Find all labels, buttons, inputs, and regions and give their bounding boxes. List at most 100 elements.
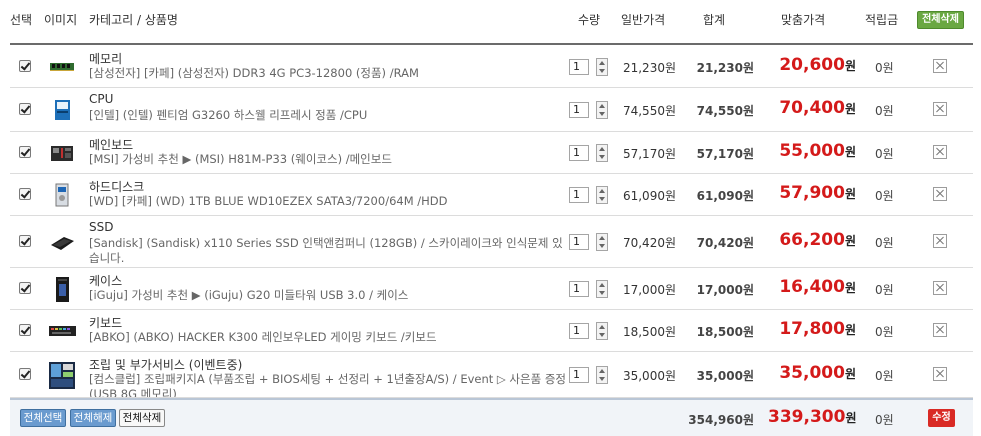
item-product-name[interactable]: [WD] [카페] (WD) 1TB BLUE WD10EZEX SATA3/7…	[89, 194, 566, 209]
header-category-product: 카테고리 / 상품명	[89, 13, 178, 27]
quantity-input[interactable]: 1	[569, 234, 589, 250]
quantity-stepper[interactable]	[596, 366, 608, 384]
quantity-input[interactable]: 1	[569, 102, 589, 118]
item-product-name[interactable]: [삼성전자] [카페] (삼성전자) DDR3 4G PC3-12800 (정품…	[89, 66, 566, 81]
item-custom-price-unit: 원	[844, 367, 856, 381]
item-category: 조립 및 부가서비스 (이벤트중)	[89, 358, 243, 372]
quantity-stepper[interactable]	[596, 186, 608, 204]
assembly-service-icon	[48, 361, 76, 389]
item-checkbox[interactable]	[19, 368, 31, 380]
item-regular-price: 61,090원	[622, 189, 676, 203]
item-regular-price: 74,550원	[622, 104, 676, 118]
header-image: 이미지	[44, 13, 78, 27]
item-custom-price-unit: 원	[844, 102, 856, 116]
delete-item-button[interactable]	[933, 281, 947, 295]
grand-custom-price: 339,300원	[768, 407, 856, 427]
quantity-input[interactable]: 1	[569, 59, 589, 75]
quantity-input[interactable]: 1	[569, 367, 589, 383]
quantity-stepper[interactable]	[596, 233, 608, 251]
item-custom-price-unit: 원	[844, 187, 856, 201]
item-custom-price: 70,400원	[770, 98, 856, 118]
header-select: 선택	[10, 13, 33, 27]
item-product-name[interactable]: [ABKO] (ABKO) HACKER K300 레인보우LED 게이밍 키보…	[89, 330, 566, 345]
item-custom-price: 35,000원	[770, 363, 856, 383]
item-custom-price-unit: 원	[844, 281, 856, 295]
quantity-stepper[interactable]	[596, 322, 608, 340]
delete-item-button[interactable]	[933, 145, 947, 159]
delete-item-button[interactable]	[933, 102, 947, 116]
item-custom-price-value: 70,400	[779, 98, 845, 118]
header-divider	[10, 43, 973, 45]
quantity-stepper[interactable]	[596, 58, 608, 76]
item-category: 하드디스크	[89, 180, 145, 194]
item-custom-price-unit: 원	[844, 234, 856, 248]
case-icon	[48, 275, 76, 303]
item-category: SSD	[89, 220, 114, 234]
item-custom-price-value: 20,600	[779, 55, 845, 75]
quantity-input[interactable]: 1	[569, 145, 589, 161]
item-subtotal: 35,000원	[696, 369, 754, 383]
item-category: 메모리	[89, 52, 123, 66]
quantity-stepper[interactable]	[596, 280, 608, 298]
delete-item-button[interactable]	[933, 187, 947, 201]
delete-item-button[interactable]	[933, 234, 947, 248]
item-custom-price: 57,900원	[770, 183, 856, 203]
item-checkbox[interactable]	[19, 282, 31, 294]
delete-all-button-top[interactable]: 전체삭제	[917, 11, 964, 29]
item-custom-price: 66,200원	[770, 230, 856, 250]
cart-row: 케이스 [iGuju] 가성비 추천 ▶ (iGuju) G20 미들타워 USB…	[0, 268, 981, 310]
item-custom-price-unit: 원	[844, 145, 856, 159]
item-points: 0원	[875, 61, 894, 75]
cart-row: 메모리 [삼성전자] [카페] (삼성전자) DDR3 4G PC3-12800 …	[0, 46, 981, 88]
item-checkbox[interactable]	[19, 235, 31, 247]
item-product-name[interactable]: [Sandisk] (Sandisk) x110 Series SSD 인택앤컴…	[89, 236, 566, 266]
item-custom-price-value: 66,200	[779, 230, 845, 250]
grand-total: 354,960원	[688, 413, 754, 427]
delete-item-button[interactable]	[933, 323, 947, 337]
quantity-input[interactable]: 1	[569, 323, 589, 339]
cart-footer: 전체선택 전체해제 전체삭제 354,960원 339,300원 0원 수정	[10, 398, 973, 436]
item-product-name[interactable]: [MSI] 가성비 추천 ▶ (MSI) H81M-P33 (웨이코스) /메인…	[89, 152, 566, 167]
item-custom-price-unit: 원	[844, 59, 856, 73]
cart-row: 메인보드 [MSI] 가성비 추천 ▶ (MSI) H81M-P33 (웨이코스)…	[0, 132, 981, 174]
ssd-icon	[48, 228, 76, 256]
edit-button[interactable]: 수정	[928, 409, 955, 427]
item-product-name[interactable]: [인텔] (인텔) 펜티엄 G3260 하스웰 리프레시 정품 /CPU	[89, 108, 566, 123]
item-regular-price: 21,230원	[622, 61, 676, 75]
header-regular-price: 일반가격	[621, 13, 666, 27]
item-product-name[interactable]: [iGuju] 가성비 추천 ▶ (iGuju) G20 미들타워 USB 3.…	[89, 288, 566, 303]
header-quantity: 수량	[578, 13, 601, 27]
item-subtotal: 21,230원	[696, 61, 754, 75]
item-custom-price-value: 17,800	[779, 319, 845, 339]
item-checkbox[interactable]	[19, 188, 31, 200]
quantity-input[interactable]: 1	[569, 187, 589, 203]
ram-icon	[48, 53, 76, 81]
item-checkbox[interactable]	[19, 60, 31, 72]
item-category: 키보드	[89, 316, 123, 330]
item-points: 0원	[875, 283, 894, 297]
header-custom-price: 맞춤가격	[781, 13, 826, 27]
item-checkbox[interactable]	[19, 103, 31, 115]
deselect-all-button[interactable]: 전체해제	[70, 409, 116, 427]
item-checkbox[interactable]	[19, 146, 31, 158]
quantity-input[interactable]: 1	[569, 281, 589, 297]
item-custom-price: 16,400원	[770, 277, 856, 297]
item-category: 메인보드	[89, 138, 134, 152]
cart-row: 조립 및 부가서비스 (이벤트중) [컴스클럽] 조립패키지A (부품조립 + B…	[0, 352, 981, 401]
item-subtotal: 17,000원	[696, 283, 754, 297]
quantity-stepper[interactable]	[596, 101, 608, 119]
delete-item-button[interactable]	[933, 367, 947, 381]
delete-item-button[interactable]	[933, 59, 947, 73]
item-subtotal: 57,170원	[696, 147, 754, 161]
item-regular-price: 17,000원	[622, 283, 676, 297]
select-all-button[interactable]: 전체선택	[20, 409, 66, 427]
item-checkbox[interactable]	[19, 324, 31, 336]
item-points: 0원	[875, 104, 894, 118]
delete-all-button[interactable]: 전체삭제	[119, 409, 165, 427]
item-custom-price-value: 57,900	[779, 183, 845, 203]
item-subtotal: 61,090원	[696, 189, 754, 203]
grand-points: 0원	[875, 413, 894, 427]
header-points: 적립금	[865, 13, 899, 27]
item-regular-price: 35,000원	[622, 369, 676, 383]
quantity-stepper[interactable]	[596, 144, 608, 162]
